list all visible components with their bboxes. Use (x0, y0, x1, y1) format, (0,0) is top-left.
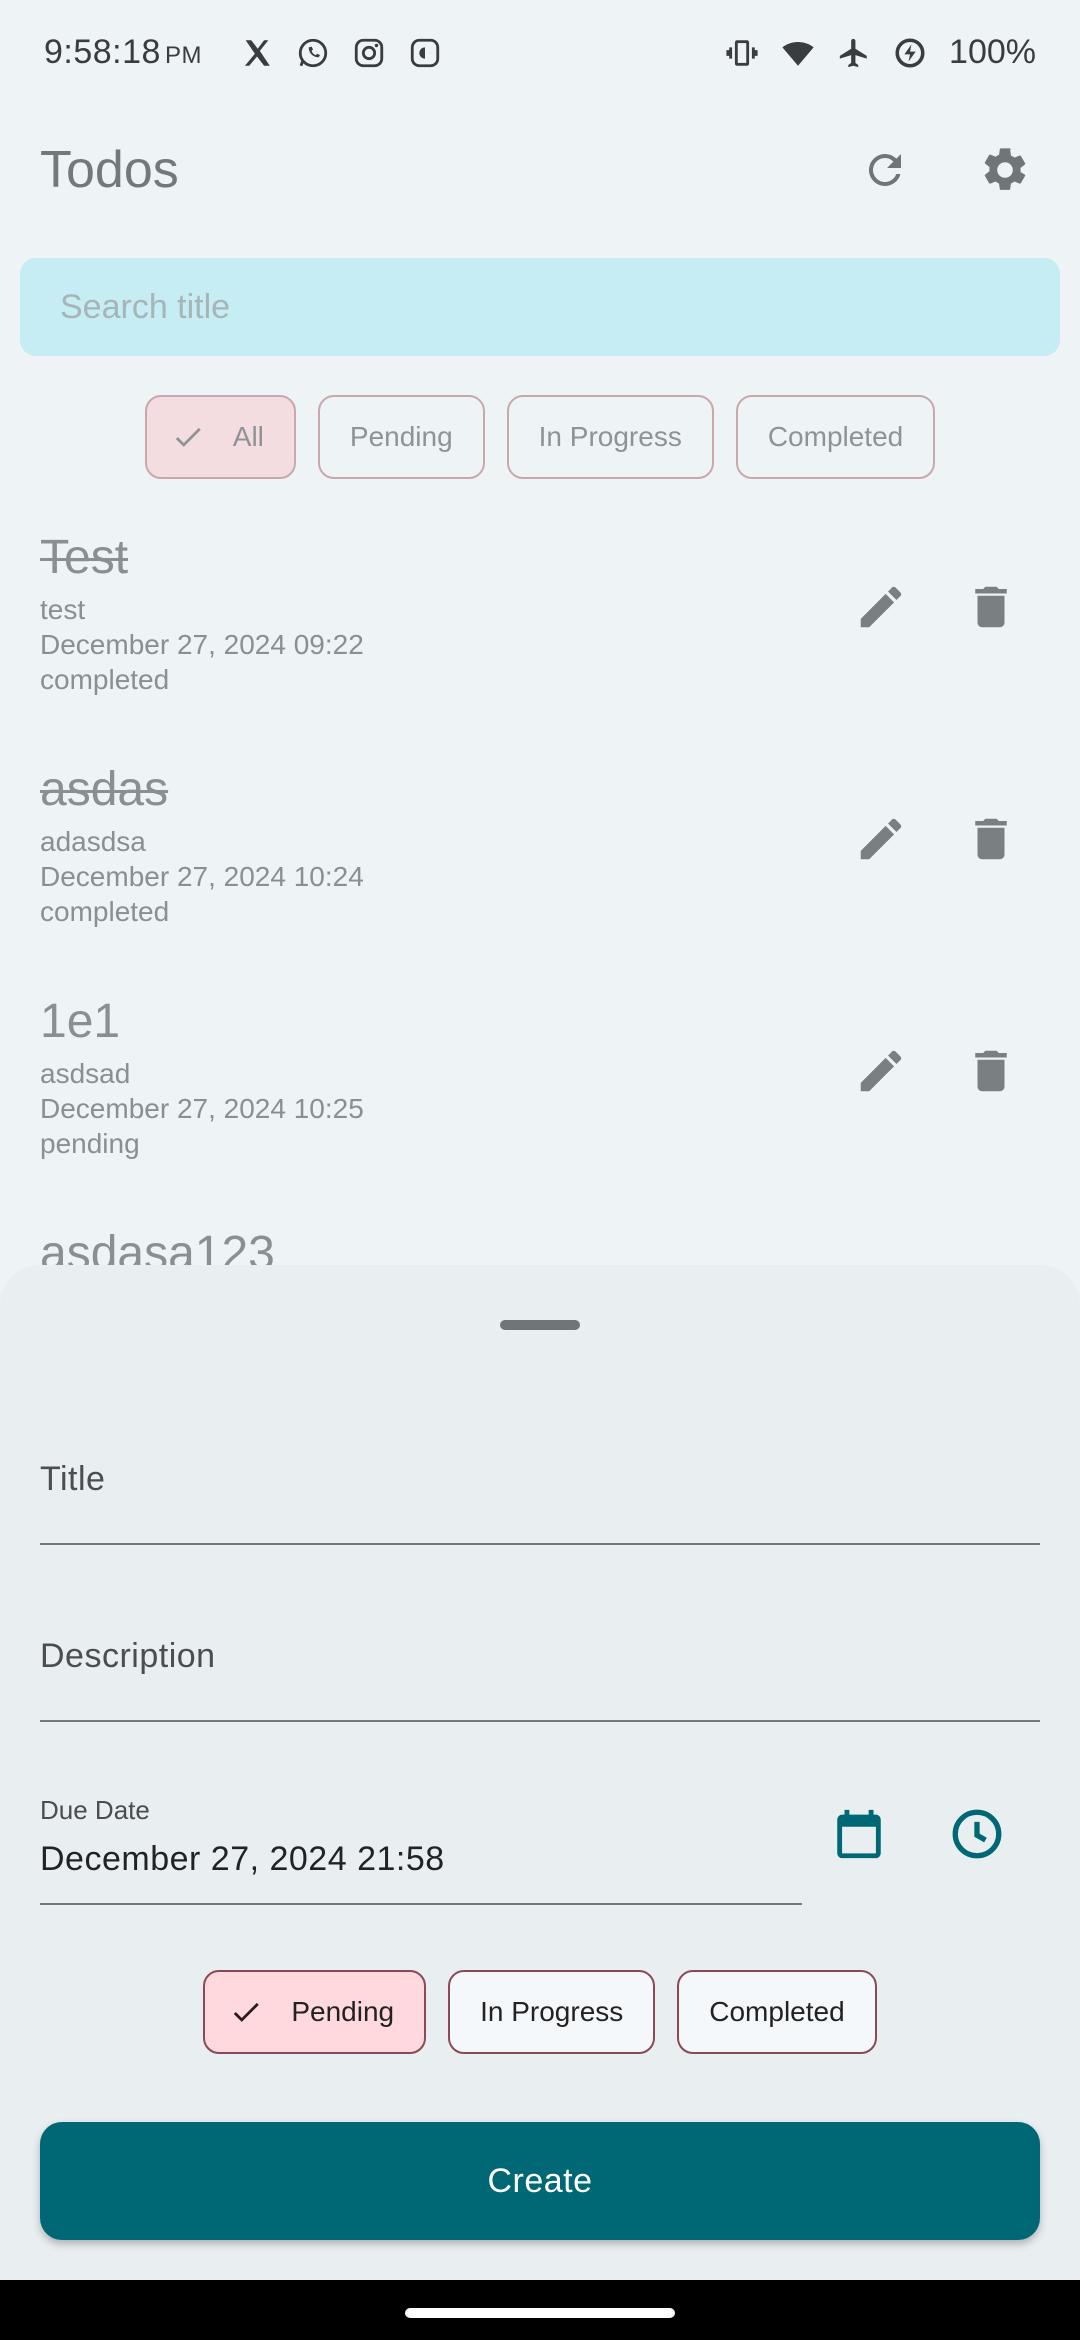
filter-chip-label: Completed (767, 421, 904, 452)
filter-chip-label: Pending (349, 421, 453, 452)
filter-chip-pending[interactable]: Pending (317, 395, 485, 479)
edit-icon[interactable] (854, 1044, 908, 1098)
check-icon (175, 427, 201, 447)
todo-item[interactable]: Test test December 27, 2024 09:22 comple… (0, 520, 1080, 752)
due-date-field[interactable]: Due Date December 27, 2024 21:58 (40, 1795, 802, 1905)
status-chip-label: In Progress (480, 1996, 624, 2027)
settings-button[interactable] (970, 135, 1040, 205)
check-icon (234, 2002, 260, 2022)
todo-status: pending (40, 1128, 140, 1159)
vibrate-icon (726, 39, 758, 66)
battery-saver-icon (895, 37, 925, 68)
create-todo-sheet: Title Description Due Date December 27, … (0, 1265, 1080, 2280)
status-chip-label: Pending (291, 1996, 395, 2027)
status-chip-label: Completed (709, 1996, 845, 2027)
filter-chip-completed[interactable]: Completed (735, 395, 936, 479)
edit-icon[interactable] (854, 812, 908, 866)
status-select-chips: Pending In Progress Completed (0, 1970, 1080, 2054)
refresh-button[interactable] (850, 135, 920, 205)
home-handle[interactable] (405, 2308, 675, 2318)
calendar-icon[interactable] (830, 1805, 888, 1863)
create-button[interactable]: Create (40, 2122, 1040, 2240)
threads-icon (410, 38, 440, 67)
todo-item[interactable]: 1e1 asdsad December 27, 2024 10:25 pendi… (0, 984, 1080, 1216)
x-icon (244, 39, 270, 66)
clock-icon[interactable] (948, 1805, 1006, 1863)
filter-chip-label: All (232, 421, 264, 452)
wifi-icon (782, 41, 814, 66)
status-bar: 9:58:18 PM 100% (0, 0, 1080, 105)
todo-title: Test (40, 531, 129, 584)
due-date-value: December 27, 2024 21:58 (40, 1840, 445, 1878)
gesture-nav-bar (0, 2280, 1080, 2340)
title-field[interactable]: Title (40, 1460, 1040, 1545)
status-time: 9:58:18 PM (44, 33, 202, 71)
instagram-icon (354, 38, 384, 67)
status-chip-completed[interactable]: Completed (677, 1970, 877, 2054)
description-field[interactable]: Description (40, 1637, 1040, 1722)
app-bar: Todos (0, 120, 1080, 220)
refresh-icon (868, 153, 901, 186)
delete-icon[interactable] (964, 812, 1018, 866)
title-field-label: Title (40, 1460, 106, 1498)
todo-status: completed (40, 896, 170, 927)
description-field-label: Description (40, 1637, 216, 1675)
edit-icon[interactable] (854, 580, 908, 634)
airplane-icon (839, 38, 867, 67)
delete-icon[interactable] (964, 1044, 1018, 1098)
filter-chip-label: In Progress (538, 421, 682, 452)
status-filter-chips: All Pending In Progress Completed (0, 395, 1080, 479)
todo-title: 1e1 (40, 995, 121, 1048)
battery-percent: 100% (949, 33, 1036, 71)
filter-chip-in-progress[interactable]: In Progress (506, 395, 714, 479)
status-chip-in-progress[interactable]: In Progress (448, 1970, 656, 2054)
todo-item[interactable]: asdas adasdsa December 27, 2024 10:24 co… (0, 752, 1080, 984)
delete-icon[interactable] (964, 580, 1018, 634)
search-bar[interactable] (20, 258, 1060, 356)
todo-title: asdas (40, 763, 169, 816)
due-date-label: Due Date (40, 1795, 150, 1825)
gear-icon (984, 148, 1026, 190)
status-chip-pending[interactable]: Pending (203, 1970, 427, 2054)
notification-icons (240, 36, 442, 70)
drag-handle[interactable] (500, 1320, 580, 1330)
filter-chip-all[interactable]: All (144, 395, 296, 479)
todo-status: completed (40, 664, 170, 695)
page-title: Todos (40, 141, 179, 199)
whatsapp-icon (298, 38, 328, 67)
search-input[interactable] (60, 287, 1060, 327)
